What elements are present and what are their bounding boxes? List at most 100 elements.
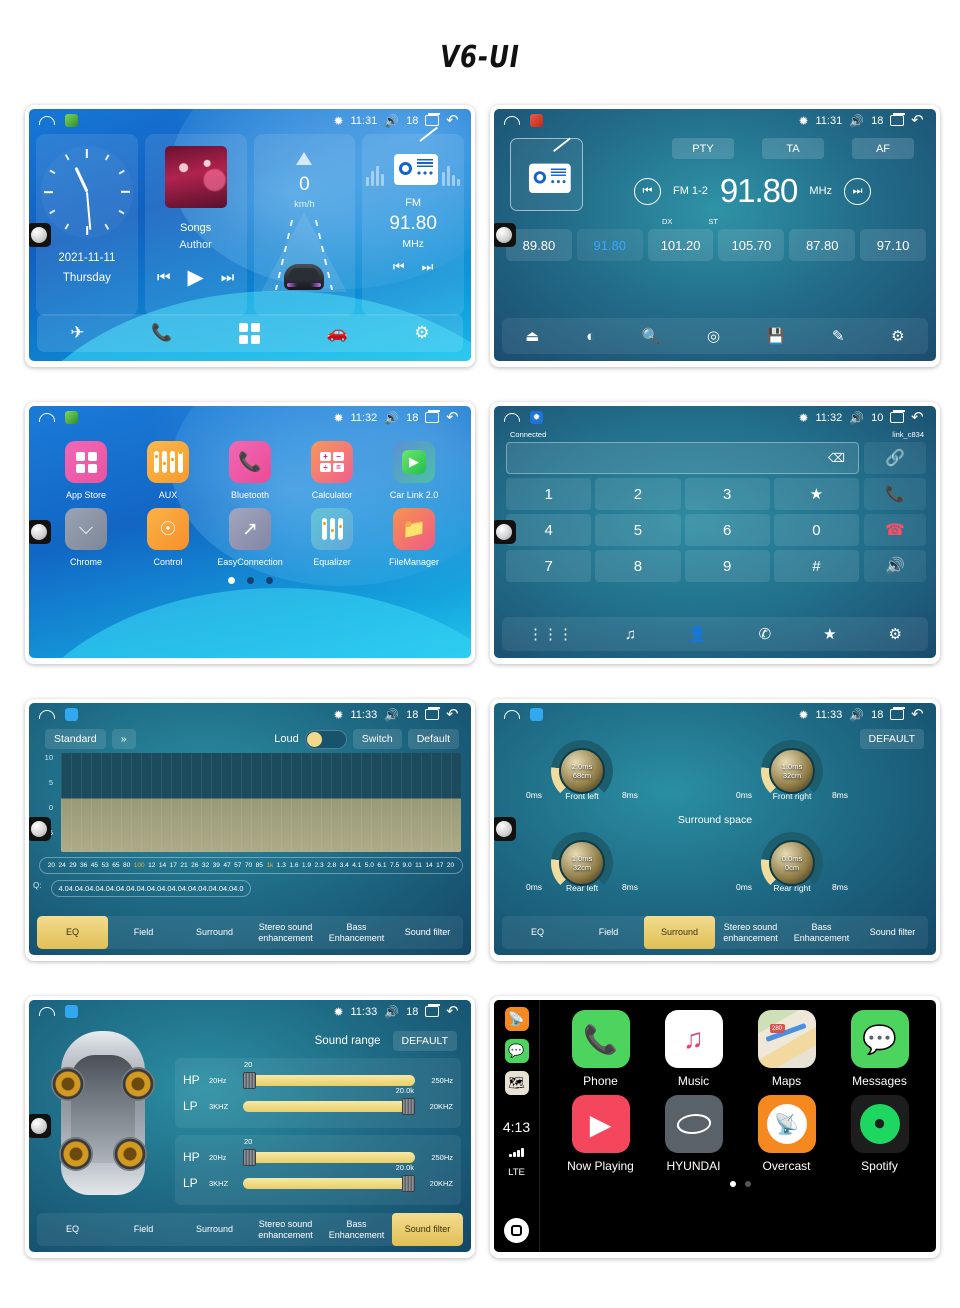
call-icon[interactable]: 📞 — [864, 478, 926, 510]
hp-slider[interactable]: 20 — [243, 1060, 415, 1089]
page-dot-active[interactable] — [227, 577, 235, 584]
apps-icon[interactable] — [238, 322, 260, 344]
tab-stereo-sound-enhancement[interactable]: Stereo sound enhancement — [250, 1213, 321, 1246]
link-icon[interactable]: 🔗 — [864, 442, 926, 474]
radio-band-label[interactable]: FM 1-2 — [673, 185, 708, 197]
app-item-chrome[interactable]: ⌵ Chrome — [45, 508, 127, 567]
equalizer-app-icon[interactable] — [65, 1005, 78, 1018]
ta-button[interactable]: TA — [762, 138, 824, 159]
calllog-icon[interactable]: ✆ — [759, 625, 772, 643]
phone-number-input[interactable]: ⌫ — [506, 442, 859, 474]
settings-icon[interactable]: ⚙ — [414, 323, 429, 343]
pty-button[interactable]: PTY — [672, 138, 734, 159]
knob-dial[interactable]: 1.0ms 32cm — [761, 740, 823, 802]
overcast-icon[interactable]: 📡 — [504, 1007, 529, 1031]
home-icon[interactable] — [39, 413, 55, 422]
music-icon[interactable]: ♫ — [625, 626, 636, 643]
home-icon[interactable] — [504, 710, 520, 719]
carplay-app-now-playing[interactable]: ▶ Now Playing — [554, 1095, 647, 1173]
page-dot-active[interactable] — [729, 1181, 736, 1187]
recents-icon[interactable] — [890, 410, 906, 423]
tab-eq[interactable]: EQ — [502, 916, 573, 949]
page-dot[interactable] — [744, 1181, 751, 1187]
app-item-aux[interactable]: AUX — [127, 441, 209, 500]
recents-icon[interactable] — [425, 707, 441, 720]
home-icon[interactable] — [39, 116, 55, 125]
knob-rear-left[interactable]: 1.0ms 32cm 0ms 8ms Rear left — [522, 832, 642, 894]
hardware-knob[interactable] — [29, 520, 51, 544]
back-icon[interactable]: ↷ — [446, 706, 459, 723]
tab-field[interactable]: Field — [108, 916, 179, 949]
home-icon[interactable] — [504, 413, 520, 422]
chevron-down-icon[interactable]: » — [111, 729, 136, 749]
contacts-icon[interactable]: 👤 — [688, 625, 707, 643]
radio-prev-button[interactable]: ⏮ — [393, 259, 405, 275]
knob-dial[interactable]: 0.0ms 0cm — [761, 832, 823, 894]
home-icon[interactable] — [39, 710, 55, 719]
phone-icon[interactable]: 📞 — [151, 323, 172, 343]
page-dot[interactable] — [265, 577, 273, 584]
tab-sound-filter[interactable]: Sound filter — [392, 1213, 463, 1246]
key-7[interactable]: 7 — [506, 550, 592, 582]
switch-button[interactable]: Switch — [352, 729, 402, 749]
music-widget[interactable]: Songs Author ⏮ ▶ ⏭ — [144, 134, 247, 316]
recents-icon[interactable] — [425, 1004, 441, 1017]
speedometer-widget[interactable]: 0 km/h — [253, 134, 356, 316]
knob-dial[interactable]: 1.0ms 32cm — [551, 832, 613, 894]
key-3[interactable]: 3 — [684, 478, 770, 510]
dx-label[interactable]: DX — [662, 217, 672, 226]
tab-field[interactable]: Field — [108, 1213, 179, 1246]
preset-select[interactable]: Standard — [45, 729, 106, 749]
knob-front-right[interactable]: 1.0ms 32cm 0ms 8ms Front right — [732, 740, 852, 802]
app-item-car-link[interactable]: ▶ Car Link 2.0 — [373, 441, 455, 500]
knob-dial[interactable]: 2.0ms 68cm — [551, 740, 613, 802]
carplay-app-messages[interactable]: 💬 Messages — [833, 1010, 926, 1088]
app-indicator-icon[interactable] — [65, 411, 78, 424]
lp-slider[interactable]: 20.0k — [243, 1163, 415, 1192]
lp-slider[interactable]: 20.0k — [243, 1086, 415, 1115]
hardware-knob[interactable] — [494, 520, 516, 544]
back-icon[interactable]: ↷ — [911, 706, 924, 723]
messages-icon[interactable]: 💬 — [504, 1039, 529, 1063]
hangup-icon[interactable]: ☎ — [864, 514, 926, 546]
af-button[interactable]: AF — [852, 138, 914, 159]
carplay-app-hyundai[interactable]: HYUNDAI — [647, 1095, 740, 1173]
tab-bass-enhancement[interactable]: Bass Enhancement — [321, 1213, 392, 1246]
clock-widget[interactable]: 2021-11-11 Thursday — [36, 134, 138, 316]
maps-icon[interactable]: 🗺 — [504, 1071, 529, 1095]
next-button[interactable]: ⏭ — [221, 269, 235, 286]
bluetooth-app-icon[interactable]: ✹ — [530, 411, 543, 424]
tune-prev-button[interactable]: ⏮ — [633, 177, 661, 205]
hardware-knob[interactable] — [29, 817, 51, 841]
settings-icon[interactable]: ⚙ — [889, 625, 902, 643]
carplay-app-phone[interactable]: 📞 Phone — [554, 1010, 647, 1088]
hardware-knob[interactable] — [29, 223, 51, 247]
key-9[interactable]: 9 — [684, 550, 770, 582]
home-icon[interactable] — [39, 1007, 55, 1016]
keypad-icon[interactable]: ⋮⋮⋮ — [528, 625, 573, 643]
bluetooth-pair-icon[interactable]: ★ — [823, 625, 836, 643]
preset-button-active[interactable]: 91.80 — [576, 229, 643, 261]
preset-button[interactable]: 101.20 — [647, 229, 714, 261]
navigation-icon[interactable]: ✈ — [70, 323, 84, 343]
frequency-bar[interactable]: 20 24 29 36 45 53 65 80 100 12 14 17 21 … — [39, 857, 463, 874]
key-5[interactable]: 5 — [595, 514, 681, 546]
tab-field[interactable]: Field — [573, 916, 644, 949]
tab-stereo-sound-enhancement[interactable]: Stereo sound enhancement — [715, 916, 786, 949]
q-value-bar[interactable]: 4.0 4.0 4.0 4.0 4.0 4.0 4.0 4.0 4.0 4.0 … — [51, 880, 251, 897]
app-item-app-store[interactable]: App Store — [45, 441, 127, 500]
app-item-calculator[interactable]: + − ÷ = Calculator — [291, 441, 373, 500]
recents-icon[interactable] — [425, 113, 441, 126]
equalizer-app-icon[interactable] — [530, 708, 543, 721]
loop-icon[interactable]: ⏏ — [525, 327, 539, 345]
app-item-filemanager[interactable]: 📁 FileManager — [373, 508, 455, 567]
tab-bass-enhancement[interactable]: Bass Enhancement — [786, 916, 857, 949]
hardware-knob[interactable] — [494, 817, 516, 841]
tab-eq[interactable]: EQ — [37, 916, 108, 949]
st-label[interactable]: ST — [708, 217, 718, 226]
back-icon[interactable]: ↷ — [446, 112, 459, 129]
key-0[interactable]: 0 — [773, 514, 859, 546]
key-4[interactable]: 4 — [506, 514, 592, 546]
recents-icon[interactable] — [890, 113, 906, 126]
eq-plot-area[interactable] — [61, 753, 461, 852]
